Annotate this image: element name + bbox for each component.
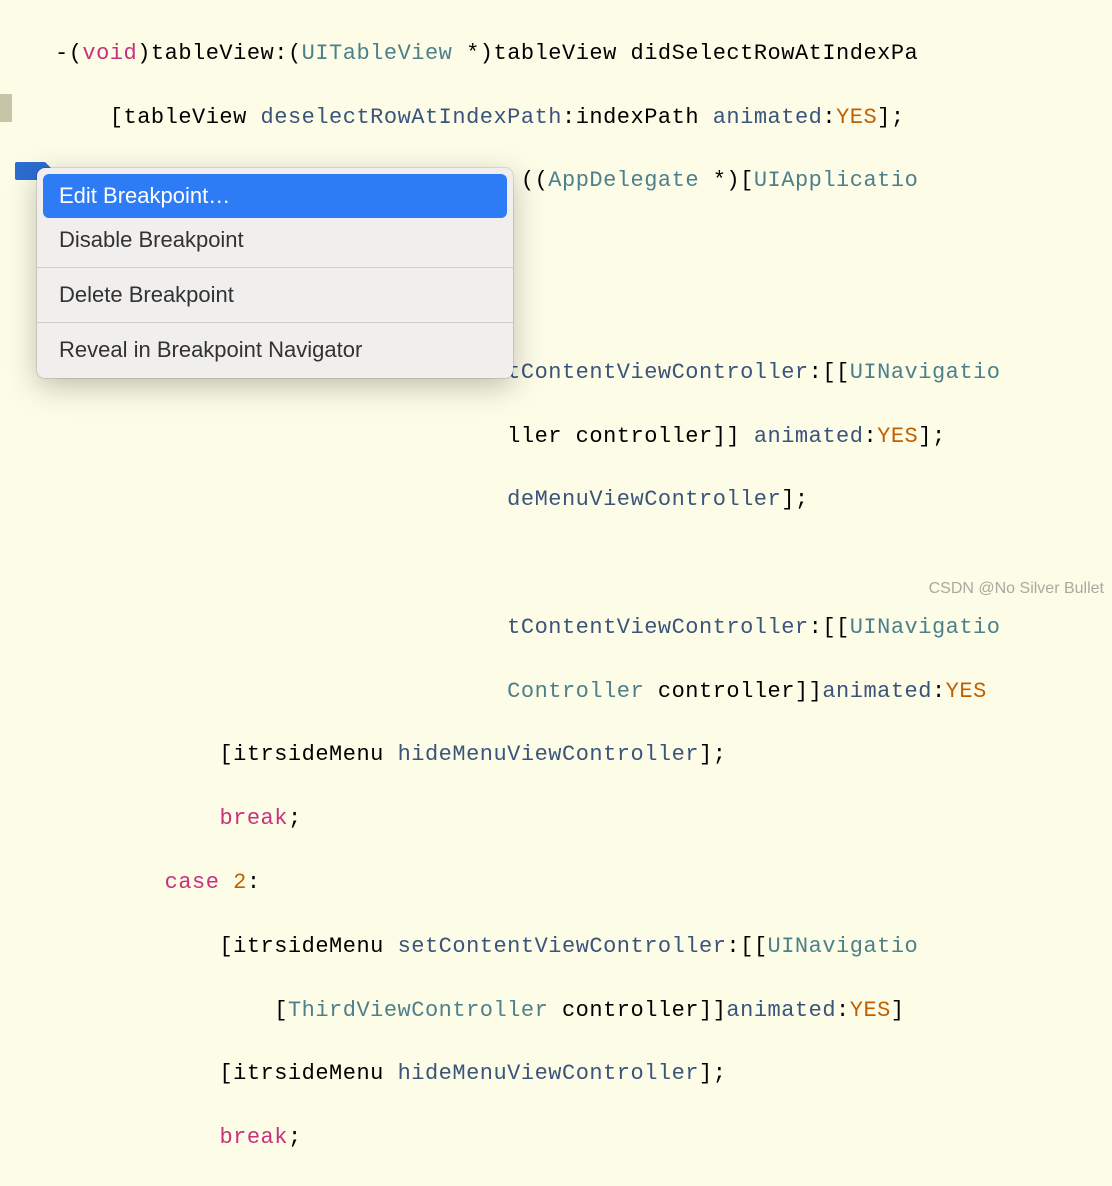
code-line: break; (55, 803, 1112, 835)
menu-item-edit-breakpoint[interactable]: Edit Breakpoint… (43, 174, 507, 218)
menu-separator (37, 267, 513, 268)
code-line: [ThirdViewController controller]]animate… (55, 995, 1112, 1027)
code-line: ller controller]] animated:YES]; (55, 421, 1112, 453)
code-line: [itrsideMenu hideMenuViewController]; (55, 1058, 1112, 1090)
code-line (55, 548, 1112, 580)
code-line: Controller controller]]animated:YES (55, 676, 1112, 708)
menu-item-disable-breakpoint[interactable]: Disable Breakpoint (37, 218, 513, 262)
code-line: -(void)tableView:(UITableView *)tableVie… (55, 38, 1112, 70)
code-line: [tableView deselectRowAtIndexPath:indexP… (55, 102, 1112, 134)
code-line: deMenuViewController]; (55, 484, 1112, 516)
breakpoint-context-menu: Edit Breakpoint… Disable Breakpoint Dele… (37, 168, 513, 378)
code-line: tContentViewController:[[UINavigatio (55, 612, 1112, 644)
menu-item-delete-breakpoint[interactable]: Delete Breakpoint (37, 273, 513, 317)
menu-separator (37, 322, 513, 323)
change-bar (0, 94, 12, 122)
code-line: [itrsideMenu setContentViewController:[[… (55, 931, 1112, 963)
code-line: break; (55, 1122, 1112, 1154)
code-line: [itrsideMenu hideMenuViewController]; (55, 739, 1112, 771)
menu-item-reveal-breakpoint-navigator[interactable]: Reveal in Breakpoint Navigator (37, 328, 513, 372)
watermark-text: CSDN @No Silver Bullet (929, 577, 1104, 600)
code-line: case 2: (55, 867, 1112, 899)
